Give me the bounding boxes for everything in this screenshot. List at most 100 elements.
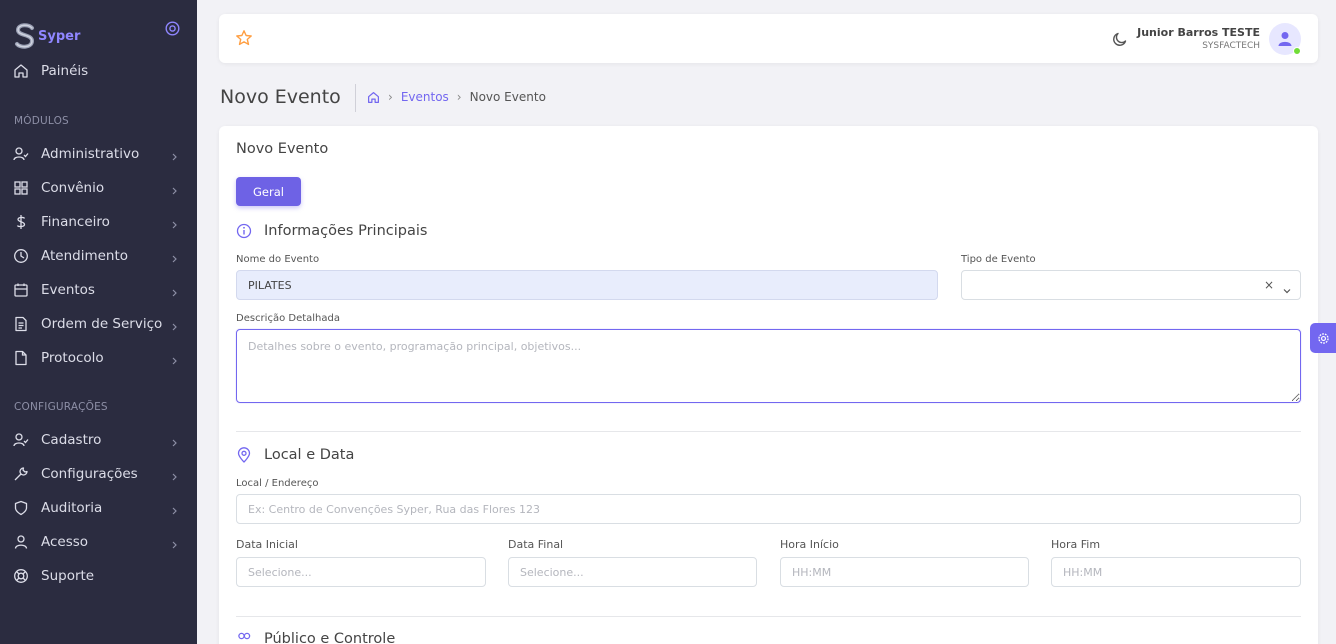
form-card: Novo Evento Geral Informações Principais… (219, 126, 1318, 644)
section-divider (236, 616, 1301, 617)
user-avatar-icon (1278, 32, 1292, 46)
document-list-icon (13, 316, 29, 332)
breadcrumb-current: Novo Evento (469, 90, 546, 104)
sidebar-item-label: Acesso (41, 534, 89, 550)
section-informacoes-principais: Informações Principais (236, 223, 427, 239)
breadcrumb-separator: › (456, 90, 462, 104)
info-icon (236, 223, 252, 239)
event-name-input[interactable] (236, 270, 938, 300)
sidebar-item-label: Suporte (41, 568, 95, 584)
chevron-right-icon (171, 148, 178, 161)
event-name-label: Nome do Evento (236, 254, 320, 265)
file-icon (13, 350, 29, 366)
chevron-right-icon (171, 434, 178, 447)
breadcrumb-separator: › (388, 90, 393, 104)
section-publico-controle: Público e Controle (236, 631, 395, 644)
sidebar-item-label: Eventos (41, 282, 95, 298)
event-type-select[interactable]: × (961, 270, 1301, 300)
sidebar-item-label: Administrativo (41, 146, 140, 162)
brand[interactable]: Syper (14, 22, 80, 50)
end-date-input[interactable] (508, 557, 757, 587)
chevron-right-icon (171, 250, 178, 263)
chevron-right-icon (171, 468, 178, 481)
map-pin-icon (236, 447, 252, 463)
breadcrumb-link-eventos[interactable]: Eventos (401, 90, 449, 104)
section-title: Informações Principais (264, 223, 428, 239)
sidebar-item-cadastro[interactable]: Cadastro (0, 425, 197, 455)
section-modulos: MÓDULOS (14, 115, 69, 127)
sidebar-item-label: Protocolo (41, 350, 104, 366)
chevron-right-icon (171, 284, 178, 297)
sidebar-item-financeiro[interactable]: Financeiro (0, 207, 197, 237)
event-type-label: Tipo de Evento (961, 254, 1036, 265)
end-time-input[interactable] (1051, 557, 1301, 587)
start-time-input[interactable] (780, 557, 1029, 587)
chevron-down-icon (1282, 281, 1292, 294)
section-configuracoes: CONFIGURAÇÕES (14, 401, 108, 413)
user-icon (13, 534, 29, 550)
home-icon[interactable] (367, 91, 380, 104)
chevron-right-icon (171, 502, 178, 515)
sidebar-item-label: Ordem de Serviço (41, 316, 163, 332)
user-check-icon (13, 146, 29, 162)
section-divider (236, 431, 1301, 432)
description-textarea[interactable] (236, 329, 1301, 403)
sidebar-item-label: Cadastro (41, 432, 102, 448)
end-time-label: Hora Fim (1051, 538, 1101, 551)
sidebar-item-eventos[interactable]: Eventos (0, 275, 197, 305)
syper-logo-icon (14, 23, 36, 49)
user-name: Junior Barros TESTE (1137, 26, 1260, 39)
sidebar-item-protocolo[interactable]: Protocolo (0, 343, 197, 373)
user-company: SYSFACTECH (1202, 41, 1260, 51)
breadcrumb: › Eventos › Novo Evento (367, 90, 546, 104)
start-time-label: Hora Início (780, 538, 839, 551)
sidebar-item-paineis[interactable]: Painéis (0, 56, 197, 86)
sidebar-item-label: Configurações (41, 466, 138, 482)
sidebar-item-label: Financeiro (41, 214, 110, 230)
sidebar-item-auditoria[interactable]: Auditoria (0, 493, 197, 523)
sidebar-item-suporte[interactable]: Suporte (0, 561, 197, 591)
clear-icon[interactable]: × (1264, 278, 1274, 292)
sidebar-item-label: Convênio (41, 180, 105, 196)
sidebar-item-configuracoes[interactable]: Configurações (0, 459, 197, 489)
topbar: Junior Barros TESTE SYSFACTECH (219, 14, 1318, 63)
chevron-right-icon (171, 182, 178, 195)
star-icon[interactable] (235, 29, 253, 47)
clock-icon (13, 248, 29, 264)
location-input[interactable] (236, 494, 1301, 524)
shield-icon (13, 500, 29, 516)
section-local-data: Local e Data (236, 447, 354, 463)
dollar-icon (13, 214, 29, 230)
sidebar-item-administrativo[interactable]: Administrativo (0, 139, 197, 169)
calendar-icon (13, 282, 29, 298)
wrench-icon (13, 466, 29, 482)
sidebar-item-convenio[interactable]: Convênio (0, 173, 197, 203)
tab-geral[interactable]: Geral (236, 177, 301, 206)
card-title: Novo Evento (236, 141, 329, 157)
chevron-right-icon (171, 352, 178, 365)
avatar[interactable] (1269, 23, 1301, 55)
sidebar-item-label: Auditoria (41, 500, 103, 516)
start-date-input[interactable] (236, 557, 486, 587)
description-label: Descrição Detalhada (236, 313, 340, 324)
users-icon (236, 631, 252, 644)
sidebar-item-ordem-servico[interactable]: Ordem de Serviço (0, 309, 197, 339)
moon-icon[interactable] (1111, 30, 1129, 48)
user-check-icon (13, 432, 29, 448)
end-date-label: Data Final (508, 538, 564, 551)
gear-icon (1317, 332, 1329, 344)
page-title: Novo Evento (220, 86, 341, 108)
sidebar-item-acesso[interactable]: Acesso (0, 527, 197, 557)
brand-name: Syper (38, 28, 81, 44)
home-icon (13, 63, 29, 79)
settings-gear-button[interactable] (1310, 323, 1336, 353)
sidebar-item-label: Painéis (41, 63, 89, 79)
chevron-right-icon (171, 536, 178, 549)
section-title: Público e Controle (264, 631, 396, 644)
sidebar-item-label: Atendimento (41, 248, 129, 264)
sidebar: Syper Painéis MÓDULOS Administrativo Con… (0, 0, 197, 644)
location-label: Local / Endereço (236, 478, 319, 489)
sidebar-item-atendimento[interactable]: Atendimento (0, 241, 197, 271)
sidebar-toggle-icon[interactable] (165, 21, 180, 36)
lifebuoy-icon (13, 568, 29, 584)
